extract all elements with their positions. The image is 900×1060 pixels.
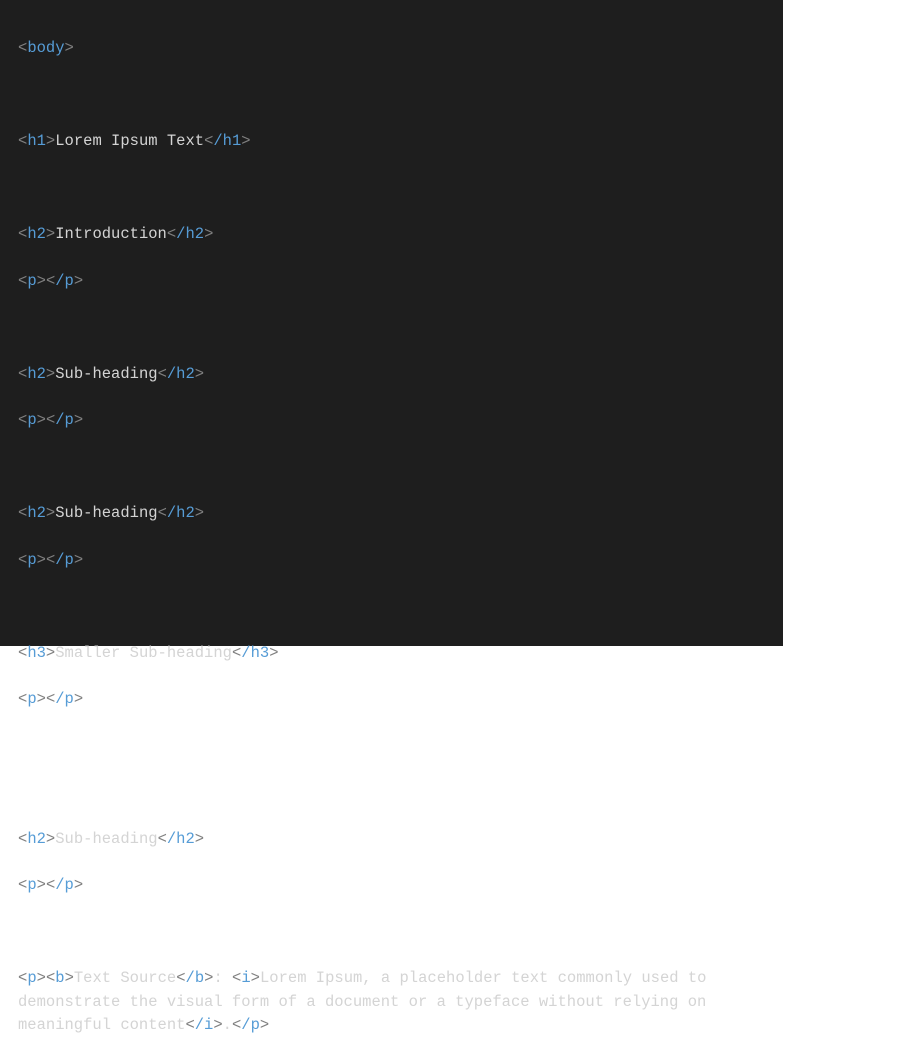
blank-line xyxy=(18,921,765,944)
blank-line xyxy=(18,177,765,200)
blank-line xyxy=(18,456,765,479)
blank-line xyxy=(18,84,765,107)
code-line: <p></p> xyxy=(18,409,765,432)
code-line: <p></p> xyxy=(18,270,765,293)
code-editor[interactable]: <body> <h1>Lorem Ipsum Text</h1> <h2>Int… xyxy=(0,0,783,646)
code-line: <p><b>Text Source</b>: <i>Lorem Ipsum, a… xyxy=(18,967,765,1037)
code-line: <h2>Sub-heading</h2> xyxy=(18,502,765,525)
code-line: <p></p> xyxy=(18,549,765,572)
blank-line xyxy=(18,735,765,758)
code-line: <h1>Lorem Ipsum Text</h1> xyxy=(18,130,765,153)
blank-line xyxy=(18,316,765,339)
code-line: <h2>Sub-heading</h2> xyxy=(18,363,765,386)
code-line: <p></p> xyxy=(18,688,765,711)
blank-line xyxy=(18,595,765,618)
code-line: <h2>Sub-heading</h2> xyxy=(18,828,765,851)
code-line: <body> xyxy=(18,37,765,60)
code-line: <h2>Introduction</h2> xyxy=(18,223,765,246)
code-line: <h3>Smaller Sub-heading</h3> xyxy=(18,642,765,665)
blank-line xyxy=(18,781,765,804)
code-line: <p></p> xyxy=(18,874,765,897)
